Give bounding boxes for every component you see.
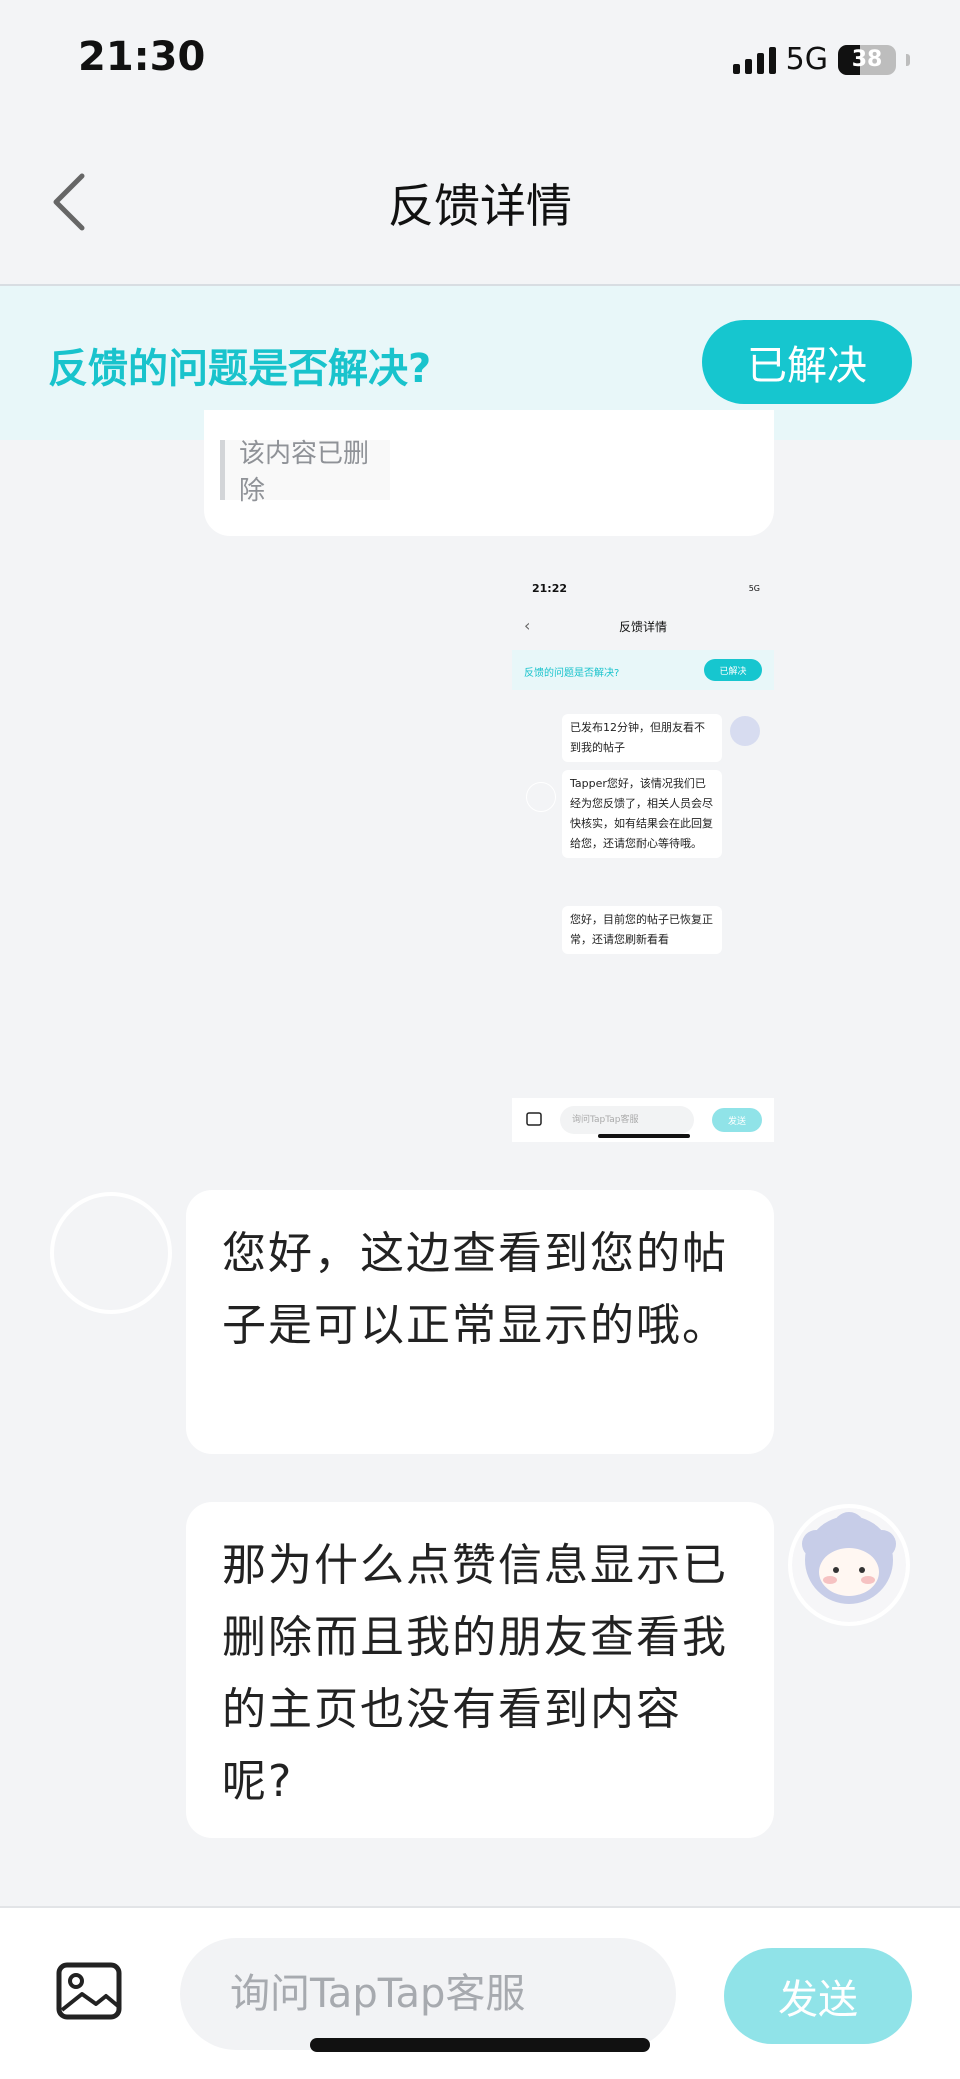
agent-message-text: 您好，这边查看到您的帖子是可以正常显示的哦。	[222, 1228, 728, 1351]
screenshot-msg-agent-2: 您好，目前您的帖子已恢复正常，还请您刷新看看	[562, 906, 722, 954]
status-indicators: 5G 38	[732, 42, 910, 77]
screenshot-msg-agent: Tapper您好，该情况我们已经为您反馈了，相关人员会尽快核实，如有结果会在此回…	[562, 770, 722, 858]
deleted-notice: 该内容已删除	[239, 439, 370, 506]
screenshot-resolved: 已解决	[704, 659, 762, 681]
signal-icon	[732, 46, 776, 74]
screenshot-network: 5G	[748, 584, 760, 593]
quote-block: 该内容已删除	[220, 439, 390, 506]
user-avatar[interactable]	[788, 1504, 910, 1626]
screenshot-question: 反馈的问题是否解决?	[524, 668, 620, 679]
battery-level: 38	[851, 47, 883, 72]
message-input[interactable]	[180, 1938, 676, 2050]
screenshot-image-message[interactable]: 21:22 5G ‹ 反馈详情 反馈的问题是否解决? 已解决 已发布12分钟，但…	[512, 570, 774, 1142]
network-label: 5G	[785, 42, 828, 77]
screenshot-user-avatar	[730, 716, 760, 746]
screenshot-home-indicator	[598, 1134, 690, 1138]
resolved-button[interactable]: 已解决	[702, 320, 912, 404]
send-button[interactable]: 发送	[724, 1948, 912, 2044]
resolution-question: 反馈的问题是否解决?	[48, 346, 432, 392]
home-indicator	[310, 2038, 650, 2052]
screenshot-agent-avatar	[526, 782, 556, 812]
battery-icon: 38	[838, 44, 896, 75]
screenshot-send: 发送	[712, 1108, 762, 1132]
user-message-text: 那为什么点赞信息显示已删除而且我的朋友查看我的主页也没有看到内容呢?	[222, 1540, 728, 1807]
screenshot-image-icon	[526, 1112, 542, 1126]
status-time: 21:30	[78, 34, 206, 80]
agent-message: 您好，这边查看到您的帖子是可以正常显示的哦。	[186, 1190, 774, 1454]
nav-header: 反馈详情	[0, 120, 960, 284]
screenshot-title: 反馈详情	[618, 620, 667, 634]
agent-avatar[interactable]	[50, 1192, 172, 1314]
image-button[interactable]	[56, 1962, 122, 2020]
screenshot-input: 询问TapTap客服	[560, 1106, 694, 1134]
screenshot-msg-user: 已发布12分钟，但朋友看不到我的帖子	[562, 714, 722, 762]
input-bar: 发送	[0, 1906, 960, 2079]
status-bar: 21:30 5G 38	[0, 0, 960, 120]
user-message: 那为什么点赞信息显示已删除而且我的朋友查看我的主页也没有看到内容呢?	[186, 1502, 774, 1838]
page-title: 反馈详情	[388, 179, 572, 233]
deleted-content-card: 该内容已删除	[204, 410, 774, 536]
battery-tip	[906, 53, 910, 66]
sheep-avatar-icon	[792, 1508, 906, 1622]
image-icon	[56, 1962, 122, 2020]
screenshot-status-time: 21:22	[532, 582, 568, 595]
screenshot-banner: 反馈的问题是否解决? 已解决	[512, 650, 774, 690]
